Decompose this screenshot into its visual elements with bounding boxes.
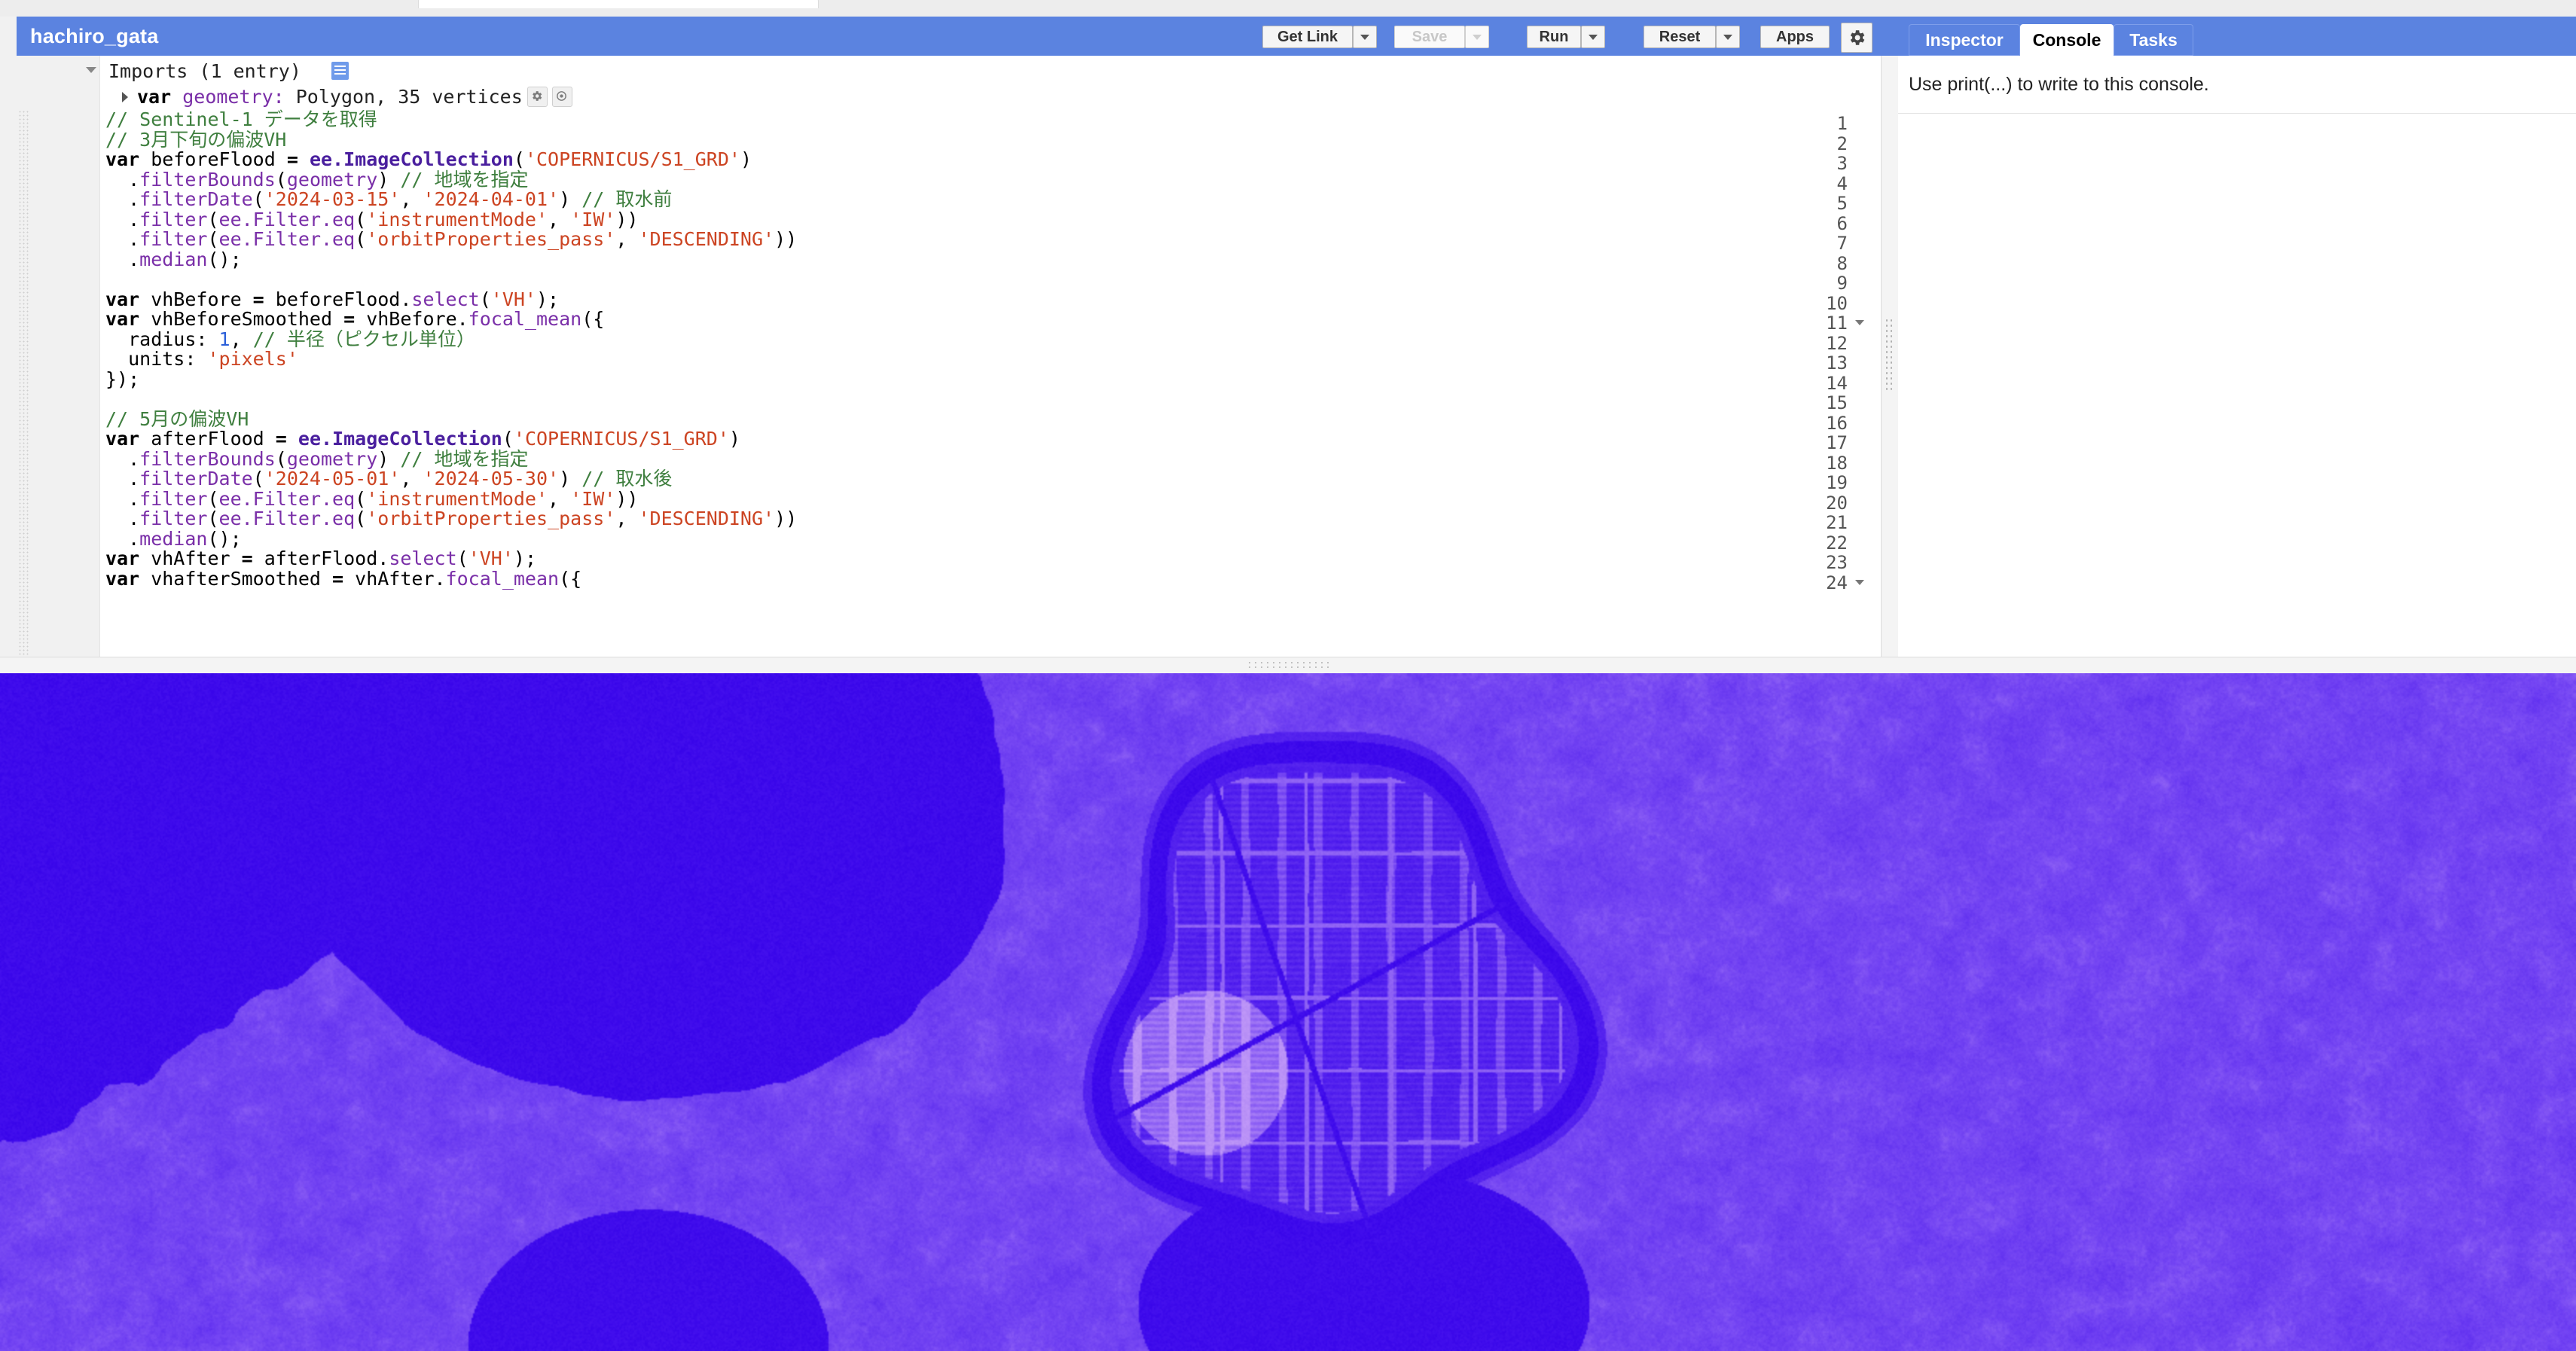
code-area[interactable]: 1 2 3 4 5 6 7 8 9 10 11 12 13 14 15 16 17 18 19 20 21 22 23 24 … (17, 109, 1881, 657)
sar-imagery-layer (0, 673, 2576, 1351)
imports-header-label: Imports (1 entry) (108, 60, 301, 82)
geometry-keyword: var (137, 86, 172, 108)
geometry-import-row[interactable]: var geometry: Polygon, 35 vertices (137, 86, 572, 108)
code-line[interactable]: var vhBeforeSmoothed = vhBefore.focal_me… (105, 309, 1876, 330)
editor-dot-rail (18, 110, 29, 657)
line-number-gutter (17, 110, 100, 657)
splitter-grip-icon (1885, 318, 1895, 393)
splitter-grip-icon (1247, 660, 1329, 671)
code-line[interactable]: units: 'pixels' (105, 349, 1876, 370)
imports-section: Imports (1 entry) var geometry: Polygon,… (17, 56, 1881, 111)
imports-collapse-icon[interactable] (86, 67, 96, 73)
code-line[interactable]: var afterFlood = ee.ImageCollection('COP… (105, 428, 1876, 450)
code-line[interactable]: .filterBounds(geometry) // 地域を指定 (105, 169, 1876, 191)
left-panel-rail (0, 17, 17, 657)
code-line[interactable]: // 5月の偏波VH (105, 409, 1876, 430)
gear-icon (1850, 30, 1865, 45)
run-button[interactable]: Run (1527, 26, 1581, 48)
source-code[interactable]: // Sentinel-1 データを取得// 3月下旬の偏波VH var befo… (105, 109, 1876, 657)
code-line[interactable] (105, 270, 1876, 290)
tab-console[interactable]: Console (2020, 24, 2114, 56)
tab-tasks[interactable]: Tasks (2114, 24, 2193, 56)
settings-button[interactable] (1841, 23, 1872, 53)
console-output-area: Use print(...) to write to this console. (1898, 56, 2576, 657)
horizontal-splitter[interactable] (0, 657, 2576, 675)
geometry-desc: Polygon, 35 vertices (295, 86, 523, 108)
browser-tab-shape (418, 0, 819, 8)
console-panel: Inspector Console Tasks Use print(...) t… (1898, 17, 2576, 657)
code-line[interactable]: .median(); (105, 529, 1876, 550)
code-line[interactable]: .filterBounds(geometry) // 地域を指定 (105, 449, 1876, 470)
code-line[interactable]: // Sentinel-1 データを取得 (105, 109, 1876, 130)
code-line[interactable]: }); (105, 369, 1876, 390)
browser-chrome-strip (0, 0, 2576, 17)
save-button[interactable]: Save (1394, 26, 1465, 48)
code-line[interactable]: .filter(ee.Filter.eq('instrumentMode', '… (105, 209, 1876, 230)
code-line[interactable]: .median(); (105, 249, 1876, 270)
code-line[interactable]: var beforeFlood = ee.ImageCollection('CO… (105, 149, 1876, 170)
code-editor-panel[interactable]: Imports (1 entry) var geometry: Polygon,… (17, 56, 1882, 657)
geometry-name: geometry: (182, 86, 285, 108)
script-title: hachiro_gata (30, 24, 159, 47)
tab-inspector[interactable]: Inspector (1909, 24, 2020, 56)
console-divider (1898, 113, 2576, 114)
apps-button[interactable]: Apps (1760, 26, 1830, 48)
gear-icon[interactable] (526, 87, 548, 107)
code-line[interactable]: .filterDate('2024-05-01', '2024-05-30') … (105, 468, 1876, 489)
code-line[interactable]: var vhafterSmoothed = vhAfter.focal_mean… (105, 569, 1876, 590)
vertical-splitter[interactable] (1881, 56, 1900, 657)
code-line[interactable]: var vhBefore = beforeFlood.select('VH'); (105, 289, 1876, 310)
chevron-down-icon (1360, 34, 1369, 40)
code-line[interactable]: var vhAfter = afterFlood.select('VH'); (105, 548, 1876, 569)
chevron-down-icon (1589, 34, 1598, 40)
chevron-down-icon (1723, 34, 1732, 40)
code-line[interactable]: // 3月下旬の偏波VH (105, 130, 1876, 151)
console-message: Use print(...) to write to this console. (1909, 74, 2209, 95)
reset-button[interactable]: Reset (1644, 26, 1716, 48)
reset-dropdown[interactable] (1716, 26, 1740, 48)
get-link-button[interactable]: Get Link (1262, 26, 1353, 48)
map-panel[interactable]: Geometry Imports Layers 地図 航空写真 Google キ… (0, 673, 2576, 1351)
code-line[interactable]: .filter(ee.Filter.eq('orbitProperties_pa… (105, 229, 1876, 250)
chevron-down-icon (1473, 34, 1482, 40)
code-line[interactable]: radius: 1, // 半径（ピクセル単位） (105, 329, 1876, 350)
imports-list-icon[interactable] (331, 62, 349, 80)
code-line[interactable]: .filter(ee.Filter.eq('orbitProperties_pa… (105, 508, 1876, 529)
code-line[interactable]: .filter(ee.Filter.eq('instrumentMode', '… (105, 489, 1876, 510)
geometry-expand-icon[interactable] (122, 92, 128, 102)
get-link-dropdown[interactable] (1353, 26, 1377, 48)
run-dropdown[interactable] (1581, 26, 1605, 48)
target-icon[interactable] (551, 87, 572, 107)
save-dropdown[interactable] (1465, 26, 1489, 48)
script-name-tab[interactable]: hachiro_gata (17, 17, 391, 56)
code-line[interactable] (105, 389, 1876, 410)
imports-gutter (17, 56, 100, 110)
code-line[interactable]: .filterDate('2024-03-15', '2024-04-01') … (105, 189, 1876, 210)
